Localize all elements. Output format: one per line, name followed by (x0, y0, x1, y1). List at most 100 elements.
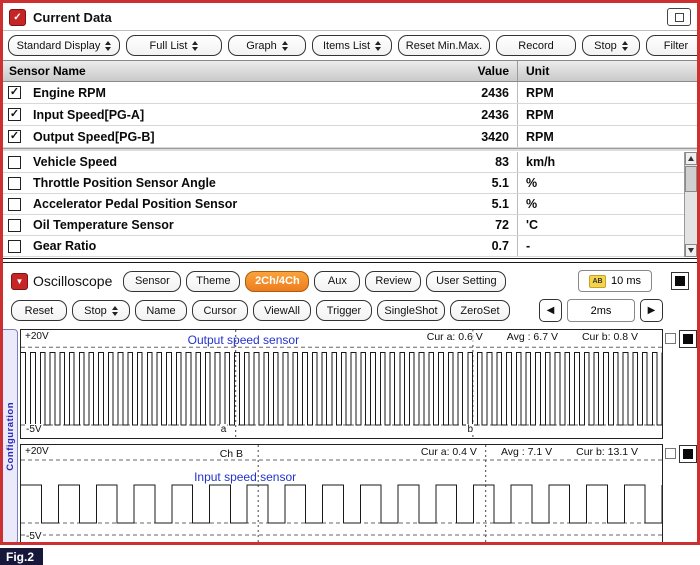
spinner-icon (105, 41, 111, 51)
sensor-value: 5.1 (422, 194, 517, 214)
maximize-button[interactable] (667, 8, 691, 26)
cursor-a-readout: Cur a: 0.4 V (421, 446, 477, 458)
figure-caption: Fig.2 (0, 548, 43, 565)
timebase-decrease-button[interactable]: ◀ (539, 299, 562, 322)
sensor-value: 2436 (422, 104, 517, 125)
scope-a-stop-button[interactable] (679, 330, 697, 348)
sensor-name: Output Speed[PG-B] (27, 126, 422, 147)
aux-button[interactable]: Aux (314, 271, 360, 292)
oscilloscope-icon: ▼ (11, 273, 28, 290)
sensor-value: 72 (422, 215, 517, 235)
scope-stop-button[interactable]: Stop (72, 300, 130, 321)
stop-record-button[interactable] (671, 272, 689, 290)
scrollbar-thumb[interactable] (685, 166, 697, 192)
table-row[interactable]: Gear Ratio 0.7 - (3, 236, 697, 257)
scope-a-controls (663, 329, 697, 348)
scale-top-label: +20V (25, 331, 49, 342)
sensor-value: 3420 (422, 126, 517, 147)
sample-rate-display: AB 10 ms (578, 270, 652, 292)
table-row[interactable]: Engine RPM 2436 RPM (3, 82, 697, 104)
scope-a-checkbox[interactable] (665, 333, 676, 344)
channels-button[interactable]: 2Ch/4Ch (245, 271, 309, 292)
list-mode-button[interactable]: Full List (126, 35, 222, 56)
row-checkbox[interactable] (8, 240, 21, 253)
oscilloscope-channel-a[interactable]: +20V -5V Output speed sensor Cur a: 0.6 … (20, 329, 663, 439)
scroll-up-button[interactable] (685, 152, 697, 165)
scroll-down-button[interactable] (685, 244, 697, 257)
table-row[interactable]: Vehicle Speed 83 km/h (3, 152, 697, 173)
theme-button[interactable]: Theme (186, 271, 240, 292)
avg-readout: Avg : 7.1 V (501, 446, 552, 458)
configuration-tab[interactable]: Configuration (3, 329, 18, 544)
row-checkbox[interactable] (8, 130, 21, 143)
black-square-icon (683, 449, 693, 459)
stop-button[interactable]: Stop (582, 35, 640, 56)
row-checkbox[interactable] (8, 177, 21, 190)
graph-button[interactable]: Graph (228, 35, 306, 56)
maximize-icon (675, 13, 684, 22)
table-row[interactable]: Accelerator Pedal Position Sensor 5.1 % (3, 194, 697, 215)
scope-zone: Configuration +20V -5V Output speed sens… (3, 327, 697, 545)
sensor-unit: RPM (517, 82, 697, 103)
scope-b-controls (663, 444, 697, 463)
pinned-rows: Engine RPM 2436 RPM Input Speed[PG-A] 24… (3, 82, 697, 148)
sensor-value: 5.1 (422, 173, 517, 193)
sample-rate-icon: AB (589, 275, 606, 288)
trigger-button[interactable]: Trigger (316, 300, 372, 321)
sample-rate-value: 10 ms (611, 275, 641, 287)
zeroset-button[interactable]: ZeroSet (450, 300, 510, 321)
current-data-title: Current Data (33, 10, 112, 25)
scroll-rows: Vehicle Speed 83 km/h Throttle Position … (3, 152, 697, 257)
oscilloscope-channel-b[interactable]: +20V -5V Ch B Input speed sensor Cur a: … (20, 444, 663, 545)
table-row[interactable]: Output Speed[PG-B] 3420 RPM (3, 126, 697, 148)
sensor-name: Accelerator Pedal Position Sensor (27, 194, 422, 214)
table-row[interactable]: Throttle Position Sensor Angle 5.1 % (3, 173, 697, 194)
header-unit: Unit (517, 61, 697, 81)
sensor-button[interactable]: Sensor (123, 271, 181, 292)
oscilloscope-titlebar: ▼ Oscilloscope Sensor Theme 2Ch/4Ch Aux … (3, 264, 697, 296)
arrow-up-icon (688, 156, 694, 161)
table-row[interactable]: Input Speed[PG-A] 2436 RPM (3, 104, 697, 126)
reset-minmax-button[interactable]: Reset Min.Max. (398, 35, 490, 56)
row-checkbox[interactable] (8, 108, 21, 121)
sensor-unit: RPM (517, 104, 697, 125)
waveform-canvas-a (21, 330, 662, 438)
viewall-button[interactable]: ViewAll (253, 300, 311, 321)
sensor-name: Input Speed[PG-A] (27, 104, 422, 125)
avg-readout: Avg : 6.7 V (507, 331, 558, 343)
cursor-a-label: a (220, 424, 228, 435)
row-checkbox[interactable] (8, 156, 21, 169)
display-mode-button[interactable]: Standard Display (8, 35, 120, 56)
review-button[interactable]: Review (365, 271, 421, 292)
spinner-icon (192, 41, 198, 51)
current-data-titlebar: ✓ Current Data (3, 3, 697, 29)
oscilloscope-toolbar: Reset Stop Name Cursor ViewAll Trigger S… (3, 296, 697, 327)
scope-row-a: +20V -5V Output speed sensor Cur a: 0.6 … (20, 329, 697, 439)
sensor-name: Gear Ratio (27, 236, 422, 256)
cursor-button[interactable]: Cursor (192, 300, 248, 321)
row-checkbox[interactable] (8, 86, 21, 99)
sensor-name: Throttle Position Sensor Angle (27, 173, 422, 193)
row-checkbox[interactable] (8, 198, 21, 211)
filter-button[interactable]: Filter (646, 35, 700, 56)
scrollbar[interactable] (684, 152, 697, 257)
record-button[interactable]: Record (496, 35, 576, 56)
scope-b-checkbox[interactable] (665, 448, 676, 459)
black-square-icon (675, 276, 685, 286)
sensor-value: 0.7 (422, 236, 517, 256)
user-setting-button[interactable]: User Setting (426, 271, 506, 292)
scope-b-stop-button[interactable] (679, 445, 697, 463)
row-checkbox[interactable] (8, 219, 21, 232)
reset-button[interactable]: Reset (11, 300, 67, 321)
items-list-button[interactable]: Items List (312, 35, 392, 56)
panel-divider (3, 258, 697, 263)
sensor-unit: % (517, 194, 697, 214)
name-button[interactable]: Name (135, 300, 187, 321)
cursor-readouts: Cur a: 0.4 V Avg : 7.1 V Cur b: 13.1 V (421, 446, 638, 458)
singleshot-button[interactable]: SingleShot (377, 300, 445, 321)
scan-tool-window: ✓ Current Data Standard Display Full Lis… (0, 0, 700, 545)
table-row[interactable]: Oil Temperature Sensor 72 'C (3, 215, 697, 236)
sensor-name: Vehicle Speed (27, 152, 422, 172)
timebase-increase-button[interactable]: ▶ (640, 299, 663, 322)
sensor-unit: RPM (517, 126, 697, 147)
